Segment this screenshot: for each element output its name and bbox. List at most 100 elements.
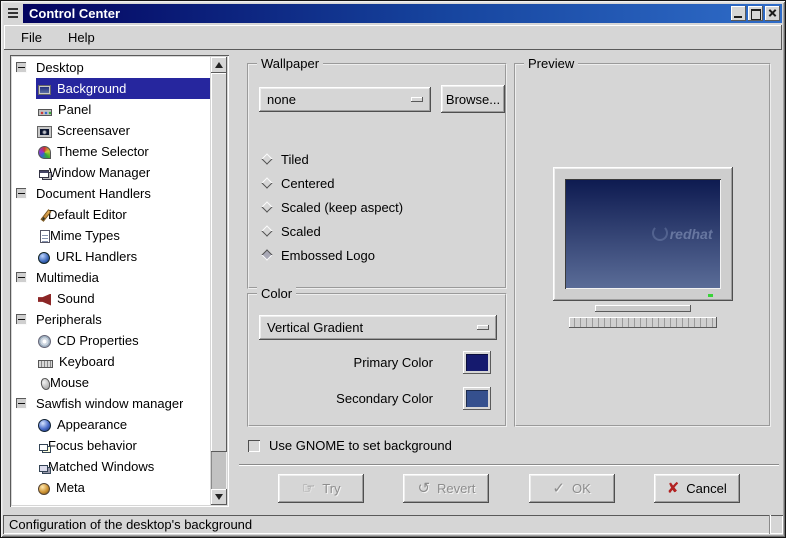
radio-icon (261, 249, 272, 260)
gradient-dropdown[interactable]: Vertical Gradient (259, 315, 497, 340)
secondary-color-label: Secondary Color (336, 391, 433, 406)
category-tree[interactable]: Desktop Background Panel Screensaver The… (12, 57, 210, 505)
use-gnome-option[interactable]: Use GNOME to set background (248, 438, 452, 453)
menu-help[interactable]: Help (68, 30, 95, 45)
monitor-icon (38, 85, 51, 95)
button-separator (239, 464, 779, 466)
expander-icon[interactable] (16, 272, 27, 283)
tree-item-desktop[interactable]: Desktop (12, 57, 210, 78)
radio-icon (261, 201, 272, 212)
tree-item-document-handlers[interactable]: Document Handlers (12, 183, 210, 204)
power-led (708, 294, 713, 297)
document-icon (40, 230, 50, 243)
ok-button[interactable]: ✓ OK (529, 474, 615, 503)
preview-legend: Preview (524, 56, 578, 71)
tree-item-background[interactable]: Background (12, 78, 210, 99)
tree-item-multimedia[interactable]: Multimedia (12, 267, 210, 288)
speaker-icon (38, 294, 51, 306)
arrow-down-icon (215, 494, 223, 500)
tree-item-label: Screensaver (57, 123, 130, 138)
browse-button[interactable]: Browse... (441, 85, 505, 113)
arrow-up-icon (215, 62, 223, 68)
expander-icon[interactable] (16, 62, 27, 73)
tree-item-screensaver[interactable]: Screensaver (12, 120, 210, 141)
tree-scrollbar[interactable] (211, 57, 227, 505)
tree-item-label: Sound (57, 291, 95, 306)
expander-icon[interactable] (16, 188, 27, 199)
minimize-button[interactable] (731, 6, 746, 21)
tree-item-label: Mouse (50, 375, 89, 390)
tree-item-window-manager[interactable]: Window Manager (12, 162, 210, 183)
wallpaper-mode-tiled[interactable]: Tiled (263, 149, 309, 169)
tree-item-appearance[interactable]: Appearance (12, 414, 210, 435)
tree-item-focus-behavior[interactable]: Focus behavior (12, 435, 210, 456)
primary-color-row: Primary Color (249, 351, 491, 374)
window-title: Control Center (29, 6, 120, 21)
hand-point-icon: ☞ (302, 481, 315, 496)
tree-item-default-editor[interactable]: Default Editor (12, 204, 210, 225)
tree-item-mouse[interactable]: Mouse (12, 372, 210, 393)
wallpaper-mode-scaled[interactable]: Scaled (263, 221, 321, 241)
close-button[interactable] (765, 6, 780, 21)
secondary-color-swatch[interactable] (463, 387, 491, 410)
radio-icon (261, 225, 272, 236)
tree-item-label: Document Handlers (36, 186, 151, 201)
wallpaper-legend: Wallpaper (257, 56, 323, 71)
option-menu-indicator-icon (411, 97, 423, 102)
preview-group: Preview redhat (514, 63, 771, 427)
tree-item-peripherals[interactable]: Peripherals (12, 309, 210, 330)
palette-icon (38, 146, 51, 159)
scroll-down-button[interactable] (211, 489, 227, 505)
wallpaper-mode-scaled-keep-aspect[interactable]: Scaled (keep aspect) (263, 197, 403, 217)
menu-file[interactable]: File (21, 30, 42, 45)
tree-item-panel[interactable]: Panel (12, 99, 210, 120)
use-gnome-checkbox[interactable] (248, 440, 260, 452)
radio-icon (261, 153, 272, 164)
primary-color-swatch[interactable] (463, 351, 491, 374)
tree-item-cd-properties[interactable]: CD Properties (12, 330, 210, 351)
screensaver-icon (38, 127, 51, 137)
tree-item-theme-selector[interactable]: Theme Selector (12, 141, 210, 162)
titlebar[interactable]: Control Center (4, 4, 782, 23)
secondary-color-row: Secondary Color (249, 387, 491, 410)
wallpaper-mode-embossed-logo[interactable]: Embossed Logo (263, 245, 375, 265)
maximize-button[interactable] (748, 6, 763, 21)
tree-item-sawfish[interactable]: Sawfish window manager (12, 393, 210, 414)
titlebar-gradient: Control Center (23, 4, 782, 23)
tree-item-matched-windows[interactable]: Matched Windows (12, 456, 210, 477)
option-menu-indicator-icon (477, 325, 489, 330)
wallpaper-mode-centered[interactable]: Centered (263, 173, 334, 193)
radio-icon (261, 177, 272, 188)
resize-grip[interactable] (769, 515, 783, 534)
scrollbar-track[interactable] (211, 73, 227, 489)
gradient-dropdown-value: Vertical Gradient (267, 320, 363, 335)
window-menu-icon[interactable] (4, 4, 23, 23)
tree-item-label: URL Handlers (56, 249, 137, 264)
tree-item-keyboard[interactable]: Keyboard (12, 351, 210, 372)
try-button[interactable]: ☞ Try (278, 474, 364, 503)
revert-button[interactable]: ↺ Revert (403, 474, 489, 503)
wallpaper-file-dropdown[interactable]: none (259, 87, 431, 112)
tree-item-label: Default Editor (48, 207, 127, 222)
expander-icon[interactable] (16, 398, 27, 409)
check-icon: ✓ (552, 481, 565, 496)
scroll-up-button[interactable] (211, 57, 227, 73)
tree-item-label: Matched Windows (48, 459, 154, 474)
cancel-button-label: Cancel (686, 481, 726, 496)
tree-item-mime-types[interactable]: Mime Types (12, 225, 210, 246)
color-group: Color Vertical Gradient Primary Color Se… (247, 293, 507, 427)
radio-label: Centered (281, 176, 334, 191)
try-button-label: Try (322, 481, 340, 496)
status-text: Configuration of the desktop's backgroun… (9, 517, 252, 532)
scrollbar-thumb[interactable] (211, 73, 227, 452)
tree-item-url-handlers[interactable]: URL Handlers (12, 246, 210, 267)
wallpaper-file-dropdown-value: none (267, 92, 296, 107)
cancel-button[interactable]: ✘ Cancel (654, 474, 740, 503)
tree-item-meta[interactable]: Meta (12, 477, 210, 498)
tree-item-sound[interactable]: Sound (12, 288, 210, 309)
revert-arrow-icon: ↺ (417, 481, 430, 496)
revert-button-label: Revert (437, 481, 475, 496)
tree-item-label: Theme Selector (57, 144, 149, 159)
tree-item-label: Sawfish window manager (36, 396, 183, 411)
expander-icon[interactable] (16, 314, 27, 325)
